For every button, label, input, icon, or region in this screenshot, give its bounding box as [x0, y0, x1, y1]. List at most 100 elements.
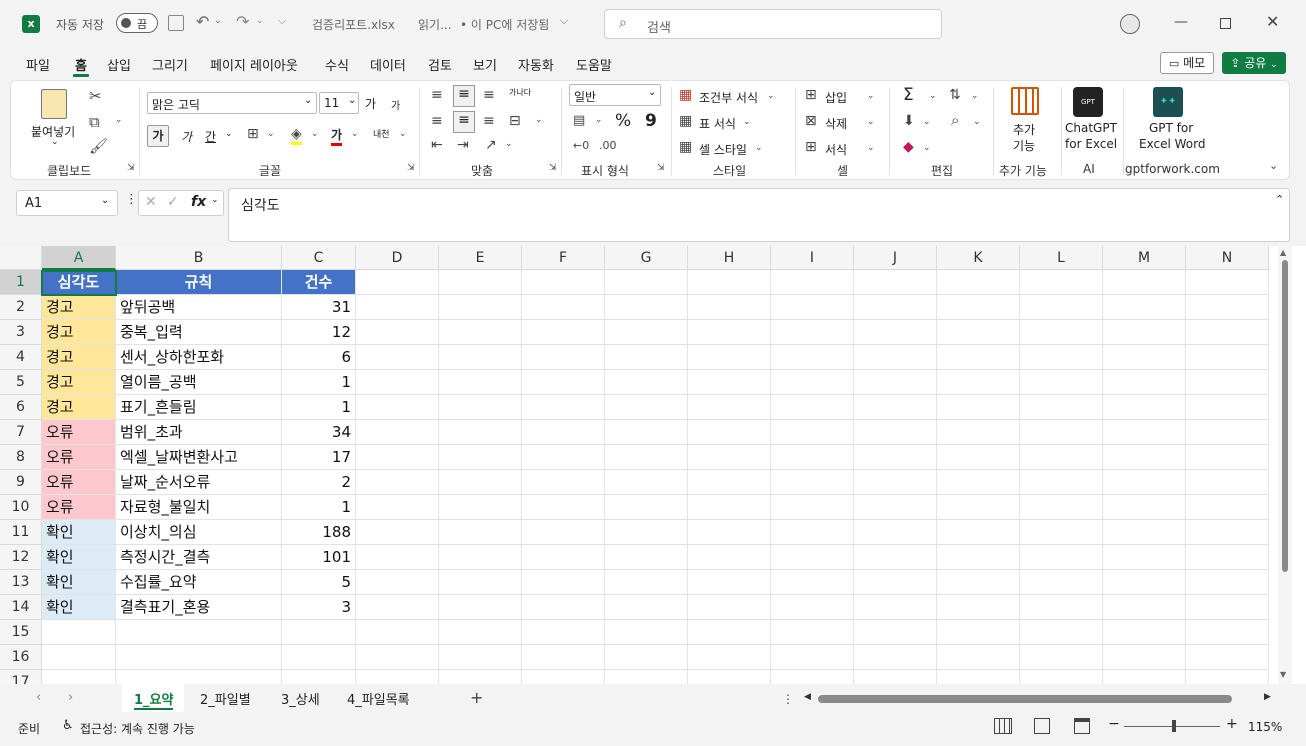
font-name-select[interactable]: 맑은 고딕 ⌄	[147, 92, 317, 114]
row-header-14[interactable]: 14	[0, 595, 42, 620]
cell-style-icon[interactable]: ▦	[679, 139, 692, 155]
cell-n10[interactable]	[1186, 495, 1269, 520]
row-header-3[interactable]: 3	[0, 320, 42, 345]
cell-k4[interactable]	[937, 345, 1020, 370]
cell-a5[interactable]: 경고	[42, 370, 116, 395]
cell-m7[interactable]	[1103, 420, 1186, 445]
number-format-select[interactable]: 일반 ⌄	[569, 84, 661, 106]
cell-e16[interactable]	[439, 645, 522, 670]
cell-e14[interactable]	[439, 595, 522, 620]
cell-g10[interactable]	[605, 495, 688, 520]
cell-g6[interactable]	[605, 395, 688, 420]
cell-j3[interactable]	[854, 320, 937, 345]
cell-i2[interactable]	[771, 295, 854, 320]
cell-b7[interactable]: 범위_초과	[116, 420, 282, 445]
cell-g14[interactable]	[605, 595, 688, 620]
cell-g15[interactable]	[605, 620, 688, 645]
cell-k8[interactable]	[937, 445, 1020, 470]
accounting-chevron-icon[interactable]: ⌄	[595, 115, 603, 125]
cell-a16[interactable]	[42, 645, 116, 670]
cell-a8[interactable]: 오류	[42, 445, 116, 470]
cell-b1[interactable]: 규칙	[116, 270, 282, 295]
cell-style-chevron-icon[interactable]: ⌄	[755, 143, 763, 153]
cell-d5[interactable]	[356, 370, 439, 395]
cell-m13[interactable]	[1103, 570, 1186, 595]
border-chevron-icon[interactable]: ⌄	[267, 129, 275, 139]
row-header-4[interactable]: 4	[0, 345, 42, 370]
cell-n11[interactable]	[1186, 520, 1269, 545]
sheet-tab-file-list[interactable]: 4_파일목록	[347, 689, 410, 708]
cell-n13[interactable]	[1186, 570, 1269, 595]
cell-l17[interactable]	[1020, 670, 1103, 684]
cell-e7[interactable]	[439, 420, 522, 445]
cell-f11[interactable]	[522, 520, 605, 545]
cell-a7[interactable]: 오류	[42, 420, 116, 445]
cell-f7[interactable]	[522, 420, 605, 445]
cell-a15[interactable]	[42, 620, 116, 645]
cell-h12[interactable]	[688, 545, 771, 570]
tab-home[interactable]: 홈	[75, 55, 87, 74]
scroll-left-icon[interactable]: ◀	[804, 692, 811, 702]
cell-h10[interactable]	[688, 495, 771, 520]
insert-chevron-icon[interactable]: ⌄	[867, 91, 875, 101]
cell-h13[interactable]	[688, 570, 771, 595]
cell-k12[interactable]	[937, 545, 1020, 570]
cell-l2[interactable]	[1020, 295, 1103, 320]
cell-g5[interactable]	[605, 370, 688, 395]
zoom-out-icon[interactable]: −	[1108, 716, 1120, 732]
cell-j15[interactable]	[854, 620, 937, 645]
autosum-chevron-icon[interactable]: ⌄	[929, 91, 937, 101]
cell-k15[interactable]	[937, 620, 1020, 645]
insert-cells-icon[interactable]: ⊞	[805, 87, 817, 103]
tab-file[interactable]: 파일	[26, 55, 50, 74]
scroll-up-icon[interactable]: ▲	[1280, 248, 1286, 257]
cell-a1[interactable]: 심각도	[42, 270, 116, 295]
sort-filter-icon[interactable]: ⇅	[949, 87, 961, 103]
cell-i8[interactable]	[771, 445, 854, 470]
column-header-i[interactable]: I	[771, 246, 854, 270]
find-select-icon[interactable]: ⌕	[951, 111, 959, 129]
cell-d13[interactable]	[356, 570, 439, 595]
cell-l15[interactable]	[1020, 620, 1103, 645]
cell-j2[interactable]	[854, 295, 937, 320]
cell-l5[interactable]	[1020, 370, 1103, 395]
prev-sheet-icon[interactable]: ‹	[36, 690, 41, 705]
cell-h7[interactable]	[688, 420, 771, 445]
row-header-17[interactable]: 17	[0, 670, 42, 684]
undo-dropdown-icon[interactable]: ⌄	[214, 16, 222, 26]
gpt-for-excel-word-line1[interactable]: GPT for	[1149, 121, 1193, 135]
decrease-decimal-icon[interactable]: .00	[599, 139, 617, 152]
comma-button[interactable]: 9	[645, 111, 657, 131]
cell-d16[interactable]	[356, 645, 439, 670]
cell-e3[interactable]	[439, 320, 522, 345]
column-header-g[interactable]: G	[605, 246, 688, 270]
italic-button[interactable]: 가	[181, 128, 192, 145]
save-location[interactable]: • 이 PC에 저장됨	[460, 16, 549, 33]
cell-n4[interactable]	[1186, 345, 1269, 370]
column-header-l[interactable]: L	[1020, 246, 1103, 270]
chatgpt-logo-icon[interactable]: GPT	[1073, 87, 1103, 117]
cell-a17[interactable]	[42, 670, 116, 684]
cell-e15[interactable]	[439, 620, 522, 645]
cell-n2[interactable]	[1186, 295, 1269, 320]
cell-d7[interactable]	[356, 420, 439, 445]
cell-f13[interactable]	[522, 570, 605, 595]
find-chevron-icon[interactable]: ⌄	[973, 117, 981, 127]
clear-icon[interactable]: ◆	[903, 139, 914, 155]
align-top-icon[interactable]: ≡	[431, 87, 443, 103]
row-header-6[interactable]: 6	[0, 395, 42, 420]
row-header-7[interactable]: 7	[0, 420, 42, 445]
cell-d15[interactable]	[356, 620, 439, 645]
ribbon-collapse-chevron-icon[interactable]: ⌄	[1269, 159, 1278, 172]
orientation-icon[interactable]: ↗	[485, 137, 497, 153]
insert-function-button[interactable]: fx	[191, 194, 206, 210]
cell-c15[interactable]	[282, 620, 356, 645]
fill-icon[interactable]: ⬇	[903, 113, 915, 129]
cell-k7[interactable]	[937, 420, 1020, 445]
cell-e17[interactable]	[439, 670, 522, 684]
tab-review[interactable]: 검토	[428, 55, 452, 74]
column-header-n[interactable]: N	[1186, 246, 1269, 270]
cell-d9[interactable]	[356, 470, 439, 495]
cell-f4[interactable]	[522, 345, 605, 370]
merge-center-icon[interactable]: ⊟	[509, 113, 521, 129]
